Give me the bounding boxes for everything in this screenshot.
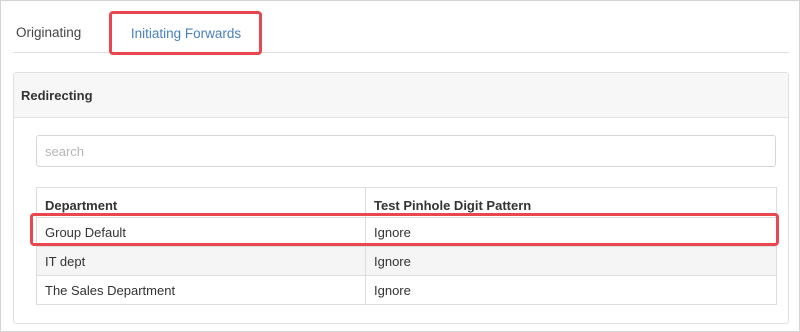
tab-divider <box>13 52 789 53</box>
pattern-cell: Ignore <box>365 217 777 247</box>
department-cell: Group Default <box>36 217 366 247</box>
table-header-row: Department Test Pinhole Digit Pattern <box>36 187 777 218</box>
pattern-cell: Ignore <box>365 246 777 276</box>
column-header-pattern[interactable]: Test Pinhole Digit Pattern <box>365 187 777 218</box>
panel-title: Redirecting <box>14 73 788 118</box>
department-cell: IT dept <box>36 246 366 276</box>
department-cell: The Sales Department <box>36 275 366 305</box>
search-input[interactable] <box>36 135 776 167</box>
tab-initiating-forwards[interactable]: Initiating Forwards <box>110 13 262 53</box>
redirecting-panel: Redirecting Department Test Pinhole Digi… <box>13 72 789 324</box>
column-header-department[interactable]: Department <box>36 187 366 218</box>
pattern-cell: Ignore <box>365 275 777 305</box>
page-frame: Originating Initiating Forwards Redirect… <box>0 0 800 332</box>
department-table: Department Test Pinhole Digit Pattern Gr… <box>36 187 777 305</box>
tab-bar: Originating Initiating Forwards <box>13 13 789 53</box>
table-row[interactable]: The Sales Department Ignore <box>36 275 777 305</box>
table-row[interactable]: Group Default Ignore <box>36 217 777 247</box>
tab-originating[interactable]: Originating <box>13 13 109 53</box>
table-row[interactable]: IT dept Ignore <box>36 246 777 276</box>
